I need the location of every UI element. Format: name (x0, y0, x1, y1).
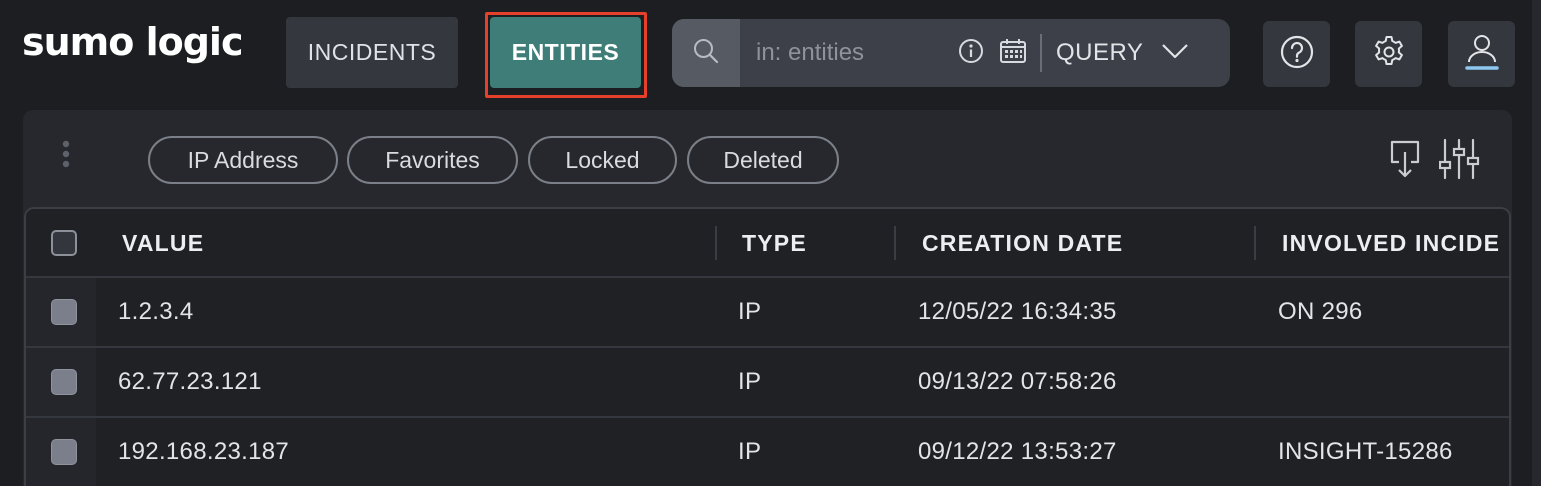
filter-chip-locked[interactable]: Locked (528, 136, 677, 184)
search-bar: QUERY (672, 19, 1230, 87)
cell-type: IP (738, 298, 762, 325)
table-row[interactable]: 192.168.23.187 IP 09/12/22 13:53:27 INSI… (26, 418, 1509, 486)
query-label: QUERY (1056, 39, 1144, 66)
column-divider[interactable] (894, 226, 896, 260)
row-checkbox[interactable] (51, 299, 77, 325)
info-icon (958, 38, 984, 69)
query-dropdown[interactable]: QUERY (1050, 39, 1189, 67)
column-divider[interactable] (715, 226, 717, 260)
row-checkbox[interactable] (51, 369, 77, 395)
tab-entities[interactable]: ENTITIES (490, 17, 641, 88)
table-row[interactable]: 62.77.23.121 IP 09/13/22 07:58:26 (26, 348, 1509, 418)
cell-value[interactable]: 192.168.23.187 (118, 418, 289, 486)
column-divider[interactable] (1254, 226, 1256, 260)
cell-involved-incidents[interactable]: INSIGHT-15286 (1278, 418, 1453, 486)
window-edge (1532, 0, 1541, 486)
export-button[interactable] (1388, 138, 1422, 185)
download-icon (1388, 140, 1422, 184)
user-icon (1462, 32, 1502, 77)
search-icon (692, 37, 720, 70)
table-row[interactable]: 1.2.3.4 IP 12/05/22 16:34:35 ON 296 (26, 278, 1509, 348)
help-button[interactable] (1263, 21, 1330, 87)
column-header-type[interactable]: TYPE (742, 209, 807, 278)
logo: sumo logic (22, 20, 243, 64)
select-all-checkbox[interactable] (51, 230, 77, 256)
filter-chip-ip-address[interactable]: IP Address (148, 136, 338, 184)
search-button[interactable] (672, 19, 740, 87)
cell-creation-date: 12/05/22 16:34:35 (918, 298, 1117, 325)
calendar-icon (999, 38, 1027, 69)
cell-type: IP (738, 368, 762, 395)
table-header: VALUE TYPE CREATION DATE INVOLVED INCIDE (26, 209, 1509, 278)
cell-value[interactable]: 62.77.23.121 (118, 348, 262, 416)
info-button[interactable] (950, 19, 992, 87)
filter-chip-deleted[interactable]: Deleted (687, 136, 839, 184)
column-header-creation-date[interactable]: CREATION DATE (922, 209, 1123, 278)
search-input[interactable] (740, 19, 950, 87)
sliders-icon (1438, 138, 1481, 185)
tab-incidents[interactable]: INCIDENTS (286, 17, 458, 88)
cell-value[interactable]: 1.2.3.4 (118, 278, 194, 346)
help-icon (1279, 34, 1315, 75)
settings-button[interactable] (1355, 21, 1422, 87)
user-menu-button[interactable] (1448, 21, 1515, 87)
cell-creation-date: 09/12/22 13:53:27 (918, 438, 1117, 465)
cell-involved-incidents[interactable]: ON 296 (1278, 278, 1363, 346)
column-header-value[interactable]: VALUE (122, 209, 204, 278)
entities-table: VALUE TYPE CREATION DATE INVOLVED INCIDE… (24, 207, 1511, 486)
filter-chip-favorites[interactable]: Favorites (347, 136, 518, 184)
row-checkbox[interactable] (51, 439, 77, 465)
search-divider (1040, 34, 1042, 72)
cell-type: IP (738, 438, 762, 465)
gear-icon (1371, 34, 1407, 75)
column-settings-button[interactable] (1438, 137, 1481, 186)
cell-creation-date: 09/13/22 07:58:26 (918, 368, 1117, 395)
calendar-button[interactable] (992, 19, 1034, 87)
drag-handle-icon[interactable] (61, 140, 71, 175)
chevron-down-icon (1161, 39, 1189, 67)
column-header-involved-incidents[interactable]: INVOLVED INCIDE (1282, 209, 1500, 278)
